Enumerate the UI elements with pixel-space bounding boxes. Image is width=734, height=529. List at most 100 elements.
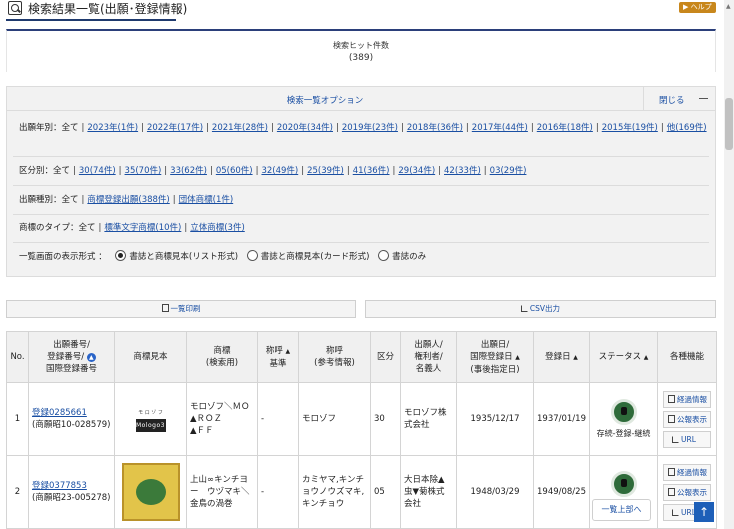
col-mark: 商標 (検索用): [186, 331, 258, 383]
page-header: 検索結果一覧(出願･登録情報) ▶ ヘルプ: [0, 0, 724, 22]
back-to-top-button[interactable]: 一覧上部へ: [592, 499, 651, 521]
filter-class-35[interactable]: 35(70件): [125, 166, 162, 176]
gazette-button[interactable]: 公報表示: [663, 410, 711, 428]
scrollbar[interactable]: ▲: [724, 0, 734, 529]
trademark-sample[interactable]: モ ロ ゾ フ Mologo3: [114, 382, 187, 456]
row-filing-date: 1948/03/29: [456, 455, 534, 529]
scroll-up-icon[interactable]: ▲: [726, 3, 731, 10]
row-applicant: 大日本除▲虫▼菊株式会社: [400, 455, 457, 529]
row-functions: 経過情報 公報表示 URL: [657, 382, 717, 456]
table-row: 1 登録0285661 (商願昭10-028579) モ ロ ゾ フ Molog…: [6, 382, 717, 456]
col-status[interactable]: ステータス ▲: [589, 331, 658, 383]
hit-count-value: (389): [348, 53, 374, 63]
row-class: 30: [370, 382, 401, 456]
filter-type-standard[interactable]: 標準文字商標(10件): [104, 223, 181, 233]
display-list-label: 書誌と商標見本(リスト形式): [129, 252, 239, 262]
filter-class-row: 区分別：全て | 30(74件) | 35(70件) | 33(62件) | 05(60件) | 3…: [19, 166, 527, 176]
filter-class-29[interactable]: 29(34件): [398, 166, 435, 176]
filter-year-other[interactable]: 他(169件): [667, 123, 707, 133]
filter-year-2022[interactable]: 2022年(17件): [147, 123, 203, 133]
sort-icon: ▲: [643, 353, 649, 361]
filter-class-03[interactable]: 03(29件): [490, 166, 527, 176]
filter-year-2021[interactable]: 2021年(28件): [212, 123, 268, 133]
csv-label: CSV出力: [529, 304, 561, 313]
document-icon: [161, 304, 169, 312]
col-reg-date[interactable]: 登録日 ▲: [533, 331, 590, 383]
filter-class-30[interactable]: 30(74件): [79, 166, 116, 176]
trademark-logo-image: Mologo3: [135, 418, 166, 432]
registration-link[interactable]: 登録0377853: [32, 481, 87, 491]
external-link-icon: [672, 435, 679, 443]
filter-kind-label: 出願種別：全て: [19, 195, 79, 205]
display-format-label: 一覧画面の表示形式 ：: [19, 252, 107, 262]
row-number: 登録0377853 (商願昭23-005278): [28, 455, 115, 529]
filter-year-2017[interactable]: 2017年(44件): [472, 123, 528, 133]
row-status: 存続-登録-継続: [589, 382, 658, 456]
filter-type-row: 商標のタイプ：全て | 標準文字商標(10件) | 立体商標(3件): [19, 223, 245, 233]
filter-year-2020[interactable]: 2020年(34件): [277, 123, 333, 133]
row-number: 登録0285661 (商願昭10-028579): [28, 382, 115, 456]
history-button[interactable]: 経過情報: [663, 463, 711, 481]
sort-asc-icon[interactable]: ▲: [86, 353, 96, 362]
divider: [13, 156, 709, 157]
status-text: 存続-登録-継続: [596, 428, 651, 438]
filter-year-2016[interactable]: 2016年(18件): [537, 123, 593, 133]
col-functions: 各種機能: [657, 331, 717, 383]
row-call-ref: モロゾフ: [298, 382, 371, 456]
filter-type-3d[interactable]: 立体商標(3件): [190, 223, 245, 233]
search-result-icon: [8, 1, 22, 15]
col-filing-date[interactable]: 出願日/国際登録日 ▲ (事後指定日): [456, 331, 534, 383]
gazette-button[interactable]: 公報表示: [663, 483, 711, 501]
divider: [13, 214, 709, 215]
page-title: 検索結果一覧(出願･登録情報): [28, 2, 188, 16]
help-button[interactable]: ▶ ヘルプ: [679, 2, 716, 13]
filter-class-32[interactable]: 32(49件): [261, 166, 298, 176]
url-button[interactable]: URL: [663, 430, 711, 448]
history-button[interactable]: 経過情報: [663, 390, 711, 408]
filter-class-41[interactable]: 41(36件): [353, 166, 390, 176]
scroll-up-arrow-icon[interactable]: ↑: [694, 502, 714, 522]
application-number: (商願昭23-005278): [32, 493, 111, 503]
print-list-button[interactable]: 一覧印刷: [6, 300, 356, 318]
filter-year-2015[interactable]: 2015年(19件): [602, 123, 658, 133]
col-call-standard[interactable]: 称呼 ▲ 基準: [257, 331, 299, 383]
radio-list-format[interactable]: [115, 250, 127, 261]
filter-class-label: 区分別：全て: [19, 166, 71, 176]
status-badge-icon: [610, 398, 637, 425]
radio-card-format[interactable]: [246, 250, 258, 261]
document-icon: [668, 394, 675, 403]
filter-year-2019[interactable]: 2019年(23件): [342, 123, 398, 133]
filter-class-25[interactable]: 25(39件): [307, 166, 344, 176]
filter-kind-trademark[interactable]: 商標登録出願(388件): [87, 195, 169, 205]
trademark-sample[interactable]: [114, 455, 187, 529]
col-number[interactable]: 出願番号/ 登録番号/ ▲ 国際登録番号: [28, 331, 115, 383]
filter-class-33[interactable]: 33(62件): [170, 166, 207, 176]
scrollbar-thumb[interactable]: [725, 98, 733, 150]
close-options-button[interactable]: 閉じる: [643, 87, 715, 111]
radio-biblio-only[interactable]: [378, 250, 390, 261]
row-mark: 上山∞キンチヨー ウヅマキ＼金鳥の渦巻: [186, 455, 258, 529]
trademark-logo-image: [121, 463, 180, 521]
row-no: 2: [6, 455, 29, 529]
row-call: -: [257, 455, 299, 529]
filter-kind-collective[interactable]: 団体商標(1件): [179, 195, 234, 205]
col-applicant: 出願人/権利者/名義人: [400, 331, 457, 383]
col-call-ref: 称呼 (参考情報): [298, 331, 371, 383]
close-label: 閉じる: [659, 96, 685, 106]
row-call: -: [257, 382, 299, 456]
filter-year-2018[interactable]: 2018年(36件): [407, 123, 463, 133]
filter-year-row: 出願年別：全て | 2023年(1件) | 2022年(17件) | 2021年(28件) |…: [19, 123, 707, 133]
filter-class-42[interactable]: 42(33件): [444, 166, 481, 176]
col-sample: 商標見本: [114, 331, 187, 383]
print-label: 一覧印刷: [170, 304, 201, 313]
document-icon: [668, 414, 675, 423]
status-badge-icon: [610, 470, 637, 497]
registration-link[interactable]: 登録0285661: [32, 408, 87, 418]
document-icon: [668, 487, 675, 496]
filter-year-2023[interactable]: 2023年(1件): [87, 123, 138, 133]
csv-export-button[interactable]: CSV出力: [365, 300, 716, 318]
display-format-row: 一覧画面の表示形式 ： 書誌と商標見本(リスト形式) 書誌と商標見本(カード形式…: [19, 250, 426, 265]
filter-kind-row: 出願種別：全て | 商標登録出願(388件) | 団体商標(1件): [19, 195, 234, 205]
filter-class-05[interactable]: 05(60件): [216, 166, 253, 176]
col-no: No.: [6, 331, 29, 383]
